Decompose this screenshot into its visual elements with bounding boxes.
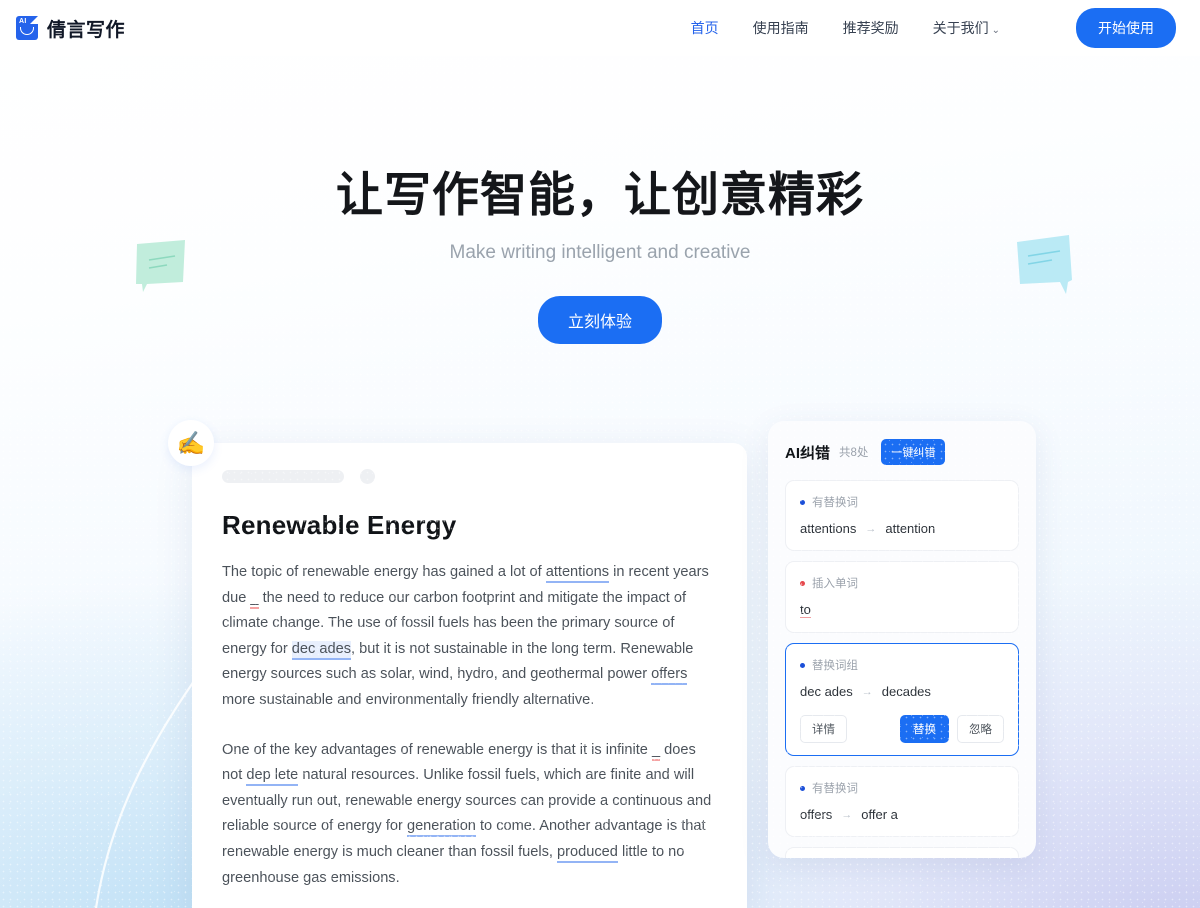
- status-dot-icon: [800, 580, 805, 586]
- suggestion-words: offers → offer a: [800, 807, 1004, 822]
- error-generation[interactable]: generation: [406, 818, 476, 838]
- suggestion-words: dec ades → decades: [800, 684, 1004, 699]
- document-paragraph-2: One of the key advantages of renewable e…: [222, 738, 717, 892]
- suggestion-type-label: 插入单词: [812, 578, 858, 590]
- logo-smile-icon: [20, 27, 34, 35]
- suggestion-card[interactable]: 插入单词: [785, 847, 1019, 858]
- toolbar-placeholder-dot: [360, 469, 375, 484]
- error-dec-ades[interactable]: dec ades: [291, 640, 351, 660]
- ai-correction-panel: AI纠错 共8处 一键纠错 有替换词 attentions → attentio…: [768, 421, 1036, 858]
- error-missing-and[interactable]: _: [651, 741, 661, 761]
- p1-seg-1: The topic of renewable energy has gained…: [222, 564, 546, 580]
- try-now-button[interactable]: 立刻体验: [537, 295, 662, 344]
- ai-issue-count: 共8处: [839, 447, 869, 459]
- toolbar-placeholder-pill: [222, 470, 344, 483]
- suggestion-type: 有替换词: [800, 494, 1004, 510]
- suggestion-card[interactable]: 有替换词 attentions → attention: [785, 480, 1019, 551]
- document-title: Renewable Energy: [222, 510, 457, 540]
- p1-seg-5: more sustainable and environmentally fri…: [222, 691, 595, 708]
- suggestion-from: dec ades: [800, 684, 853, 699]
- replace-button[interactable]: 替换: [900, 715, 949, 743]
- error-attentions[interactable]: attentions: [545, 564, 610, 583]
- suggestion-words: attentions → attention: [800, 521, 1004, 536]
- suggestion-from: to: [800, 602, 811, 618]
- nav-item-about-label: 关于我们: [932, 20, 989, 36]
- arrow-right-icon: →: [841, 808, 853, 821]
- suggestion-words: to: [800, 602, 1004, 618]
- main-nav: 首页 使用指南 推荐奖励 关于我们 ⌄ 开始使用: [691, 8, 1176, 48]
- suggestion-card[interactable]: 有替换词 offers → offer a: [785, 766, 1019, 837]
- suggestion-type-label: 替换词组: [812, 660, 858, 672]
- brand[interactable]: AI 倩言写作: [16, 15, 125, 42]
- error-offers[interactable]: offers: [651, 666, 688, 686]
- app-logo-icon: AI: [16, 16, 38, 40]
- arrow-right-icon: →: [865, 522, 877, 535]
- suggestion-card[interactable]: 插入单词 to: [785, 561, 1019, 633]
- page-title: 让写作智能，让创意精彩: [336, 168, 864, 221]
- p2-seg-1: One of the key advantages of renewable e…: [222, 741, 652, 758]
- document-preview-card: Renewable Energy The topic of renewable …: [192, 443, 747, 908]
- status-dot-icon: [800, 662, 805, 668]
- suggestion-card-selected[interactable]: 替换词组 dec ades → decades 详情 替换 忽略: [785, 643, 1019, 756]
- nav-item-about[interactable]: 关于我们 ⌄: [933, 18, 1000, 38]
- status-dot-icon: [800, 785, 805, 791]
- fix-all-button[interactable]: 一键纠错: [881, 439, 946, 465]
- arrow-right-icon: →: [861, 685, 873, 698]
- suggestion-type: 替换词组: [800, 657, 1004, 673]
- hero-subtitle: Make writing intelligent and creative: [449, 241, 751, 263]
- nav-item-guide[interactable]: 使用指南: [753, 18, 809, 38]
- chevron-down-icon: ⌄: [991, 25, 1000, 36]
- error-produced[interactable]: produced: [557, 843, 618, 863]
- suggestion-type: 有替换词: [800, 780, 1004, 796]
- suggestion-type: 插入单词: [800, 575, 1004, 591]
- error-missing-to[interactable]: _: [250, 589, 259, 609]
- suggestion-actions: 详情 替换 忽略: [800, 715, 1004, 743]
- suggestion-to: decades: [881, 684, 931, 699]
- error-dep-lete[interactable]: dep lete: [246, 767, 299, 787]
- nav-item-home[interactable]: 首页: [691, 18, 719, 38]
- suggestion-from: attentions: [800, 521, 857, 536]
- logo-ai-text: AI: [19, 18, 27, 25]
- writing-hand-icon: ✍️: [168, 420, 214, 466]
- site-header: AI 倩言写作 首页 使用指南 推荐奖励 关于我们 ⌄ 开始使用: [0, 0, 1200, 56]
- ai-panel-title: AI纠错: [785, 444, 831, 462]
- detail-button[interactable]: 详情: [800, 715, 847, 743]
- suggestion-type-label: 有替换词: [812, 497, 858, 509]
- suggestion-from: offers: [800, 807, 833, 822]
- ai-panel-header: AI纠错 共8处 一键纠错: [785, 439, 1019, 465]
- ignore-button[interactable]: 忽略: [957, 715, 1004, 743]
- get-started-button[interactable]: 开始使用: [1076, 8, 1176, 48]
- suggestion-to: attention: [885, 521, 936, 536]
- suggestion-type-label: 有替换词: [812, 783, 858, 795]
- document-toolbar: [222, 469, 717, 484]
- hero-section: 让写作智能，让创意精彩 Make writing intelligent and…: [0, 56, 1200, 344]
- status-dot-icon: [800, 499, 805, 505]
- nav-item-rewards[interactable]: 推荐奖励: [843, 18, 899, 38]
- suggestion-to: offer a: [861, 807, 898, 822]
- brand-name: 倩言写作: [47, 19, 126, 41]
- document-paragraph-1: The topic of renewable energy has gained…: [222, 560, 717, 714]
